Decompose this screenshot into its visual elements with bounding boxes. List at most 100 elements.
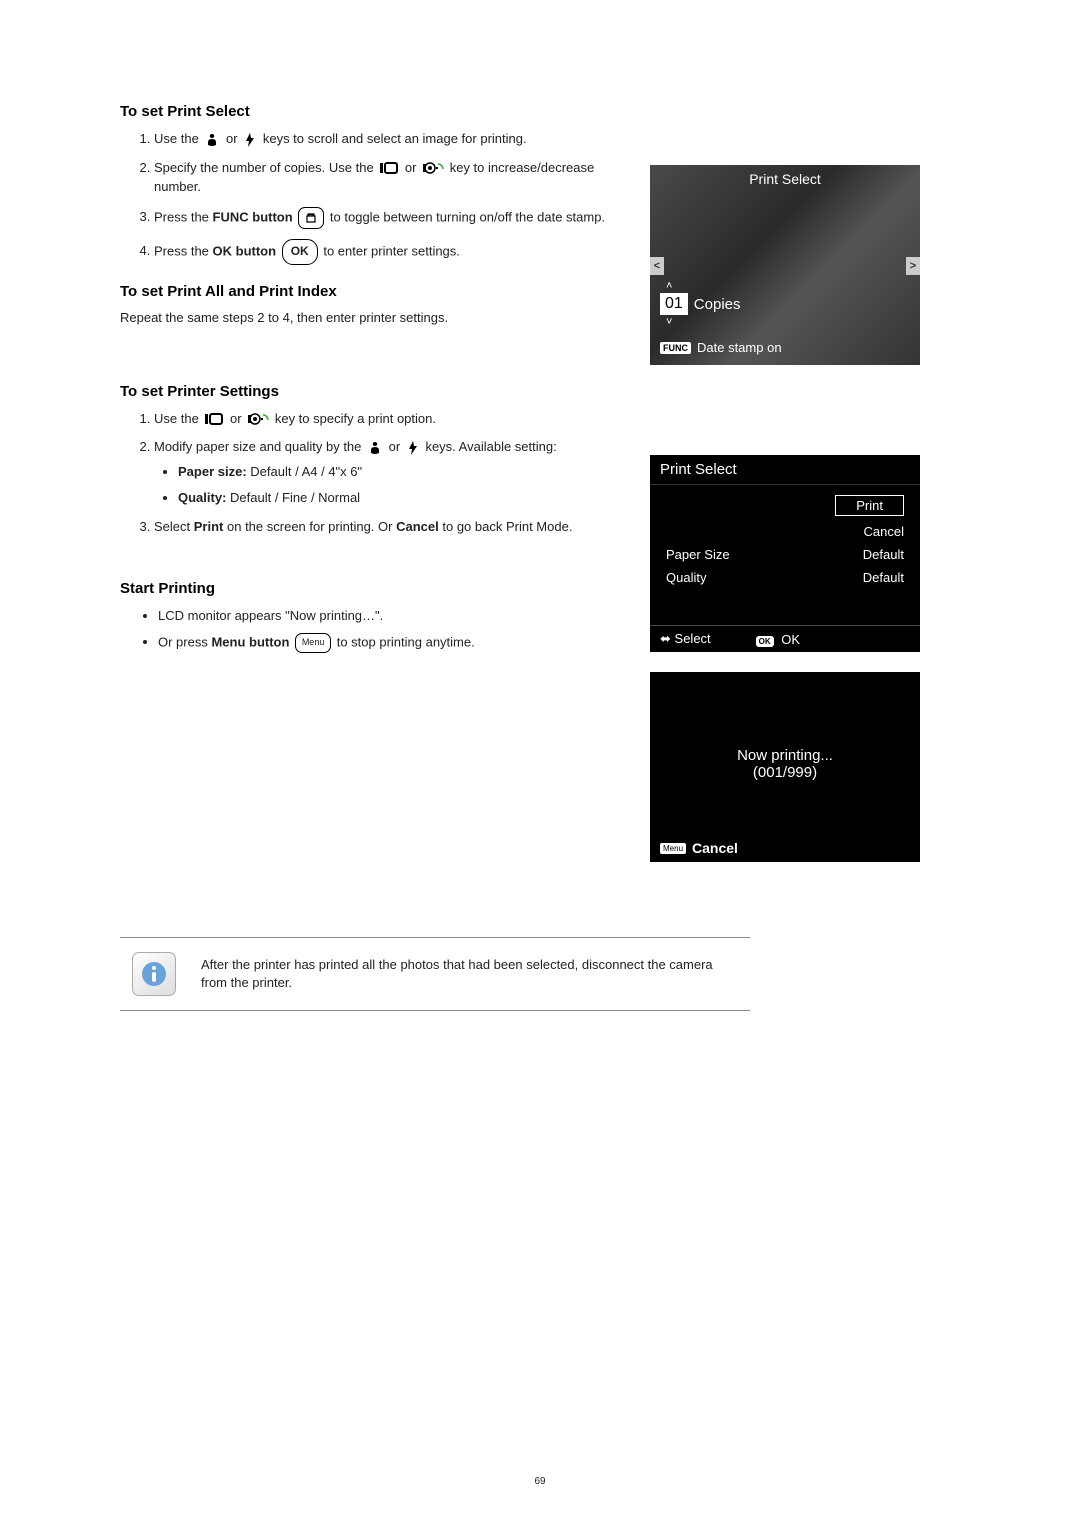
label: Paper size: <box>178 464 247 479</box>
display-key-icon <box>204 412 224 426</box>
print-select-steps: Use the or keys to scroll and select an … <box>140 130 620 265</box>
text: keys. Available setting: <box>425 439 556 454</box>
cancel-option: Cancel <box>864 524 904 539</box>
func-badge-icon: FUNC <box>660 342 691 354</box>
text: to go back Print Mode. <box>442 519 572 534</box>
text: or <box>389 439 404 454</box>
text: Press the <box>154 209 213 224</box>
ok-button-icon: OK <box>282 239 318 265</box>
func-button-icon <box>298 207 324 229</box>
lcd-now-printing: Now printing... (001/999) Menu Cancel <box>650 672 920 862</box>
ok-badge-icon: OK <box>756 636 774 647</box>
ok-hint: OK OK <box>756 632 800 647</box>
macro-key-icon <box>204 132 220 148</box>
sp-bullet-1: LCD monitor appears "Now printing…". <box>158 607 620 626</box>
value: Default / A4 / 4"x 6" <box>247 464 362 479</box>
page-number: 69 <box>0 1476 1080 1487</box>
text: Select <box>154 519 194 534</box>
select-label: Select <box>675 631 711 646</box>
available-settings-list: Paper size: Default / A4 / 4"x 6" Qualit… <box>164 463 620 508</box>
heading-print-all-index: To set Print All and Print Index <box>120 283 620 300</box>
step-2: Specify the number of copies. Use the or… <box>154 159 620 197</box>
paper-size-label: Paper Size <box>666 547 730 562</box>
text: to toggle between turning on/off the dat… <box>330 209 605 224</box>
ok-button-label: OK button <box>213 243 277 258</box>
copies-indicator: 01 Copies <box>660 293 741 315</box>
lcd3-footer: Menu Cancel <box>650 834 920 862</box>
step-3: Press the FUNC button to toggle between … <box>154 207 620 229</box>
main-text-column: To set Print Select Use the or keys to s… <box>120 85 620 882</box>
line2: (001/999) <box>650 764 920 781</box>
quality-setting: Quality: Default / Fine / Normal <box>178 489 620 508</box>
text: or <box>405 160 420 175</box>
timer-key-icon <box>422 161 444 175</box>
print-option-selected: Print <box>835 495 904 516</box>
select-hint: ⬌ Select <box>660 631 711 647</box>
timer-key-icon <box>247 412 269 426</box>
text: Use the <box>154 131 202 146</box>
label: Quality: <box>178 490 226 505</box>
menu-button-label: Menu button <box>211 634 289 649</box>
info-note: After the printer has printed all the ph… <box>120 937 750 1011</box>
quality-value: Default <box>863 570 904 585</box>
nav-left-icon: < <box>650 257 664 275</box>
copies-value: 01 <box>660 293 688 315</box>
lcd1-title: Print Select <box>650 171 920 187</box>
printer-settings-steps: Use the or key to specify a print option… <box>140 410 620 537</box>
step-1: Use the or keys to scroll and select an … <box>154 130 620 149</box>
sp-bullet-2: Or press Menu button Menu to stop printi… <box>158 633 620 653</box>
ps-step-1: Use the or key to specify a print option… <box>154 410 620 429</box>
start-printing-list: LCD monitor appears "Now printing…". Or … <box>144 607 620 653</box>
value: Default / Fine / Normal <box>226 490 360 505</box>
print-all-index-text: Repeat the same steps 2 to 4, then enter… <box>120 310 620 325</box>
macro-key-icon <box>367 440 383 456</box>
lcd-printer-settings-menu: Print Select Paper Size Quality Print Ca… <box>650 455 920 652</box>
text: on the screen for printing. Or <box>227 519 396 534</box>
text: or <box>230 411 245 426</box>
text: or <box>226 131 241 146</box>
lcd-print-select-image: Print Select < > 01 Copies FUNC Date sta… <box>650 165 920 365</box>
datestamp-text: Date stamp on <box>697 340 782 355</box>
text: Specify the number of copies. Use the <box>154 160 377 175</box>
cancel-label: Cancel <box>396 519 439 534</box>
nav-right-icon: > <box>906 257 920 275</box>
info-note-text: After the printer has printed all the ph… <box>201 956 738 992</box>
ok-label: OK <box>781 632 800 647</box>
heading-printer-settings: To set Printer Settings <box>120 383 620 400</box>
quality-label: Quality <box>666 570 730 585</box>
paper-size-setting: Paper size: Default / A4 / 4"x 6" <box>178 463 620 482</box>
lcd-screenshots-column: Print Select < > 01 Copies FUNC Date sta… <box>650 85 950 882</box>
lcd2-labels: Paper Size Quality <box>666 495 730 615</box>
func-button-label: FUNC button <box>213 209 293 224</box>
lcd2-body: Paper Size Quality Print Cancel Default … <box>650 485 920 625</box>
text: Press the <box>154 243 213 258</box>
cancel-label: Cancel <box>692 840 738 856</box>
paper-size-value: Default <box>863 547 904 562</box>
heading-start-printing: Start Printing <box>120 580 620 597</box>
menu-badge-icon: Menu <box>660 843 686 854</box>
text: Use the <box>154 411 202 426</box>
lcd2-title: Print Select <box>650 455 920 485</box>
text: to enter printer settings. <box>323 243 460 258</box>
menu-button-icon: Menu <box>295 633 331 653</box>
ps-step-2: Modify paper size and quality by the or … <box>154 438 620 508</box>
ps-step-3: Select Print on the screen for printing.… <box>154 518 620 537</box>
lcd2-footer: ⬌ Select OK OK <box>650 625 920 652</box>
datestamp-row: FUNC Date stamp on <box>660 340 782 355</box>
text: to stop printing anytime. <box>337 634 475 649</box>
now-printing-text: Now printing... (001/999) <box>650 747 920 781</box>
flash-key-icon <box>243 132 257 148</box>
text: keys to scroll and select an image for p… <box>263 131 527 146</box>
text: Modify paper size and quality by the <box>154 439 365 454</box>
line1: Now printing... <box>650 747 920 764</box>
step-4: Press the OK button OK to enter printer … <box>154 239 620 265</box>
print-label: Print <box>194 519 224 534</box>
lcd2-values: Print Cancel Default Default <box>835 495 904 615</box>
text: key to specify a print option. <box>275 411 436 426</box>
heading-print-select: To set Print Select <box>120 103 620 120</box>
text: Or press <box>158 634 211 649</box>
info-icon <box>132 952 176 996</box>
display-key-icon <box>379 161 399 175</box>
copies-label: Copies <box>694 296 741 313</box>
flash-key-icon <box>406 440 420 456</box>
